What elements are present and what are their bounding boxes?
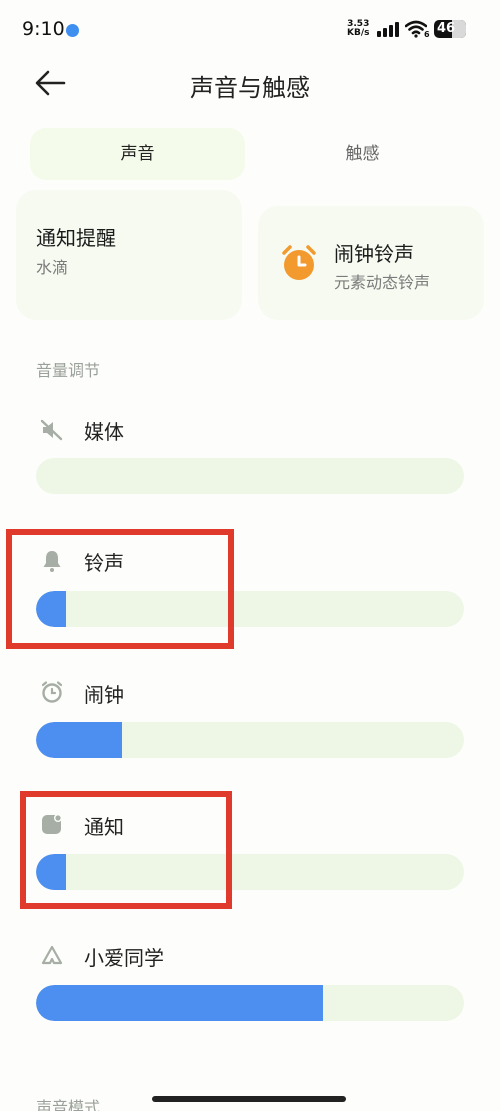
highlight-box-ringtone bbox=[6, 529, 234, 649]
alarm-card-title: 闹钟铃声 bbox=[334, 242, 414, 266]
alarm-ringtone-card[interactable]: 闹钟铃声 元素动态铃声 bbox=[258, 206, 484, 320]
volume-xiaoai-slider[interactable] bbox=[36, 985, 464, 1021]
volume-xiaoai-fill bbox=[36, 985, 323, 1021]
highlight-box-notification bbox=[20, 791, 232, 909]
volume-media-slider[interactable] bbox=[36, 458, 464, 494]
volume-alarm-label: 闹钟 bbox=[84, 683, 124, 707]
section-volume-label: 音量调节 bbox=[36, 361, 101, 380]
alarm-icon bbox=[41, 681, 63, 703]
home-indicator[interactable] bbox=[152, 1096, 346, 1102]
notification-sound-card[interactable]: 通知提醒 水滴 bbox=[16, 190, 242, 320]
battery-icon: 46 bbox=[434, 20, 466, 38]
network-speed: 3.53 KB/s bbox=[347, 20, 369, 38]
alarm-card-subtitle: 元素动态铃声 bbox=[334, 273, 431, 292]
tab-haptics[interactable]: 触感 bbox=[255, 128, 470, 180]
network-speed-unit: KB/s bbox=[347, 28, 370, 38]
status-time: 9:10 bbox=[22, 18, 65, 40]
location-icon bbox=[66, 24, 79, 37]
signal-icon bbox=[377, 22, 399, 37]
tab-sound[interactable]: 声音 bbox=[30, 128, 245, 180]
status-bar: 9:10 3.53 KB/s 6 46 bbox=[0, 0, 500, 60]
section-sound-mode-label: 声音模式 bbox=[36, 1098, 101, 1111]
alarm-clock-icon bbox=[282, 245, 316, 280]
page-title: 声音与触感 bbox=[190, 74, 310, 102]
wifi-badge: 6 bbox=[424, 30, 430, 39]
speaker-muted-icon bbox=[40, 419, 63, 441]
xiaoai-icon bbox=[41, 945, 63, 965]
notification-card-title: 通知提醒 bbox=[36, 226, 116, 250]
volume-alarm-slider[interactable] bbox=[36, 722, 464, 758]
volume-xiaoai-label: 小爱同学 bbox=[84, 946, 164, 970]
volume-alarm-fill bbox=[36, 722, 122, 758]
notification-card-subtitle: 水滴 bbox=[36, 258, 69, 277]
battery-level: 46 bbox=[437, 21, 456, 36]
volume-media-label: 媒体 bbox=[84, 420, 124, 444]
tab-bar: 声音 触感 bbox=[30, 128, 470, 180]
